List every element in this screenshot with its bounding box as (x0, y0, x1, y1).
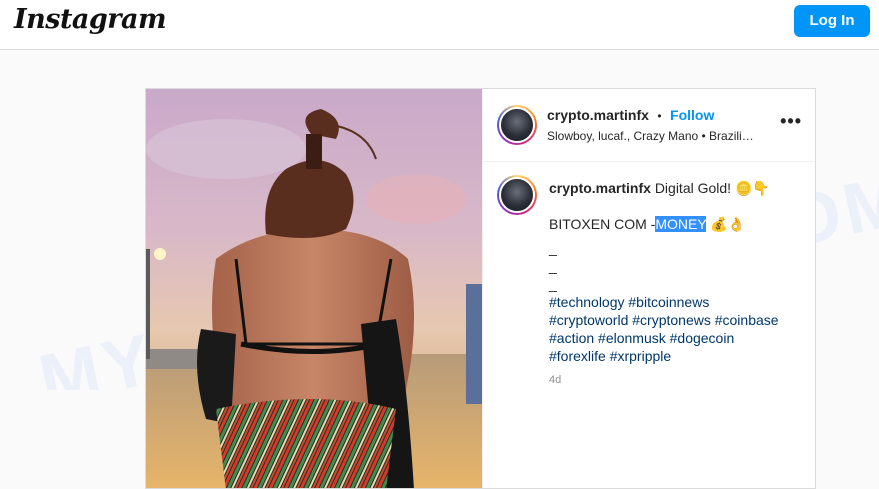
instagram-logo[interactable]: Instagram (14, 4, 167, 35)
post-audio-location[interactable]: Slowboy, lucaf., Crazy Mano • Brazili… (547, 129, 754, 143)
author-username[interactable]: crypto.martinfx (547, 107, 649, 123)
caption-avatar[interactable] (497, 175, 537, 215)
caption-text: Digital Gold! (654, 180, 732, 196)
caption-line-emoji: 💰👌 (710, 216, 746, 232)
more-horizontal-icon[interactable]: ••• (780, 111, 802, 132)
post-caption: crypto.martinfx Digital Gold! 🪙👇 BITOXEN… (549, 179, 804, 389)
caption-dash: _ (549, 258, 557, 274)
post-sidebar: crypto.martinfx • Follow Slowboy, lucaf.… (482, 89, 815, 488)
hashtags-line[interactable]: #cryptoworld #cryptonews #coinbase (549, 311, 804, 329)
hashtags-line[interactable]: #action #elonmusk #dogecoin (549, 329, 804, 347)
author-avatar[interactable] (497, 105, 537, 145)
caption-line-prefix: BITOXEN COM - (549, 216, 656, 232)
caption-dash: _ (549, 240, 557, 256)
post-photo[interactable] (146, 89, 482, 488)
hashtags-line[interactable]: #forexlife #xrpripple (549, 347, 804, 365)
hashtags-line[interactable]: #technology #bitcoinnews (549, 293, 804, 311)
post-header: crypto.martinfx • Follow Slowboy, lucaf.… (483, 89, 815, 162)
separator-dot: • (657, 109, 662, 123)
post-timestamp[interactable]: 4d (549, 371, 804, 389)
caption-username[interactable]: crypto.martinfx (549, 180, 651, 196)
caption-emoji: 🪙👇 (734, 180, 770, 196)
post-photo-image (146, 89, 482, 488)
top-navigation-bar: Instagram Log In (0, 0, 879, 50)
login-button[interactable]: Log In (794, 5, 870, 37)
post-card: crypto.martinfx • Follow Slowboy, lucaf.… (145, 88, 816, 489)
caption-highlighted-text: MONEY (655, 216, 707, 232)
follow-button[interactable]: Follow (670, 107, 714, 123)
caption-dash: _ (549, 276, 557, 292)
